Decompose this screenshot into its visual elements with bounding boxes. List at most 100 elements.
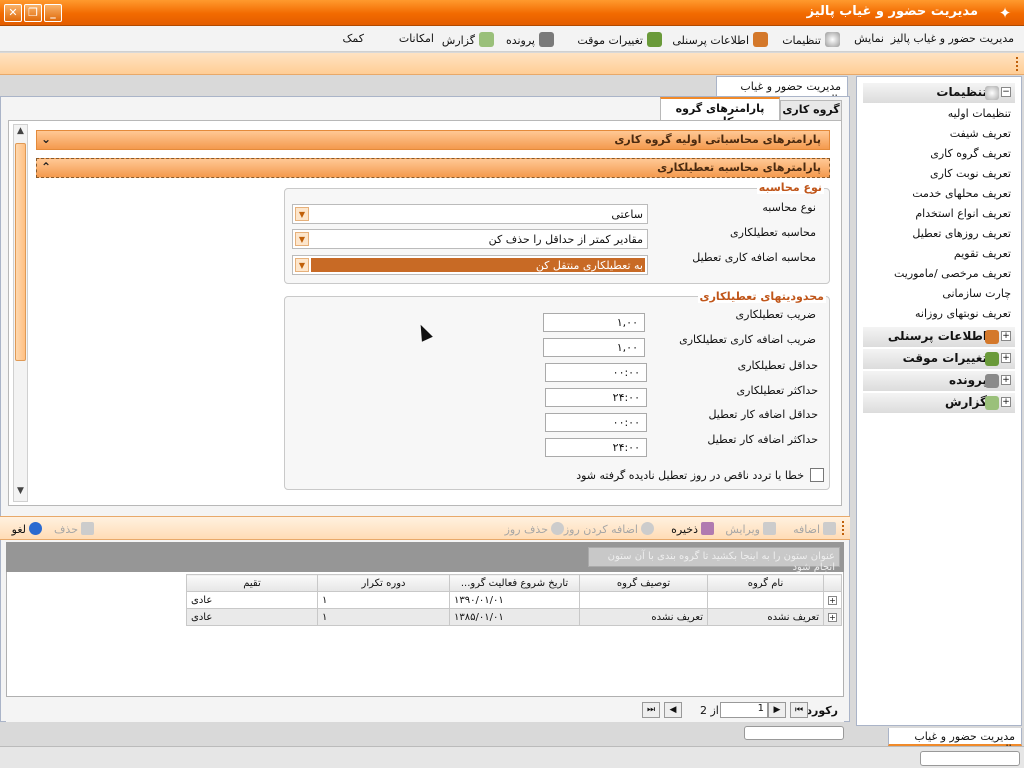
document-tab[interactable]: مدیریت حضور و غیاب پالیز bbox=[716, 76, 848, 106]
cancel-button[interactable]: لغو bbox=[12, 522, 42, 536]
edit-button[interactable]: ویرایش bbox=[725, 522, 776, 536]
section-holiday-params[interactable]: پارامترهای محاسبه تعطیلکاری ⌃ bbox=[36, 158, 830, 178]
prev-page-button[interactable]: ▶ bbox=[768, 702, 786, 718]
column-header[interactable]: توصیف گروه bbox=[579, 574, 708, 592]
table-cell[interactable]: تعریف نشده bbox=[707, 608, 824, 626]
nav-group-report[interactable]: + گزارش bbox=[863, 393, 1015, 413]
table-cell[interactable]: ۱۳۹۰/۰۱/۰۱ bbox=[449, 591, 580, 609]
section-initial-params[interactable]: پارامترهای محاسباتی اولیه گروه کاری ⌄ bbox=[36, 130, 830, 150]
scroll-down-icon[interactable]: ▼ bbox=[15, 486, 26, 500]
bottom-document-tab[interactable]: مدیریت حضور و غیاب پالیز bbox=[888, 728, 1022, 756]
nav-item[interactable]: تعریف محلهای خدمت bbox=[912, 187, 1011, 200]
scroll-thumb[interactable] bbox=[15, 143, 26, 361]
table-cell[interactable] bbox=[707, 591, 824, 609]
tab-work-group[interactable]: گروه کاری bbox=[780, 100, 842, 120]
column-header[interactable]: دوره تکرار bbox=[317, 574, 450, 592]
expand-cell[interactable]: + bbox=[823, 608, 842, 626]
expand-cell[interactable]: + bbox=[823, 591, 842, 609]
next-page-button[interactable]: ◀ bbox=[664, 702, 682, 718]
grip-handle[interactable] bbox=[842, 521, 846, 535]
table-cell[interactable]: ۱ bbox=[317, 591, 450, 609]
menu-temp-changes[interactable]: تغییرات موقت bbox=[577, 32, 662, 47]
nav-item[interactable]: تعریف تقویم bbox=[954, 247, 1011, 260]
delete-button[interactable]: حذف bbox=[54, 522, 94, 536]
table-cell[interactable]: عادی bbox=[186, 608, 318, 626]
chevron-down-icon[interactable]: ▼ bbox=[295, 207, 309, 221]
nav-item[interactable]: تنظیمات اولیه bbox=[948, 107, 1011, 120]
expand-icon[interactable]: + bbox=[1001, 331, 1011, 341]
holiday-overtime-factor-input[interactable]: ۱,۰۰ bbox=[543, 338, 645, 357]
add-button[interactable]: اضافه bbox=[793, 522, 836, 536]
add-day-button[interactable]: اضافه کردن روز bbox=[564, 522, 654, 536]
table-row[interactable]: + تعریف نشده تعریف نشده ۱۳۸۵/۰۱/۰۱ ۱ عاد… bbox=[186, 608, 842, 626]
calc-type-select[interactable]: ساعتی ▼ bbox=[292, 204, 648, 224]
chevron-down-icon[interactable]: ⌄ bbox=[41, 132, 51, 146]
max-holiday-overtime-input[interactable]: ۲۴:۰۰ bbox=[545, 438, 647, 457]
nav-group-settings[interactable]: − تنظیمات bbox=[863, 83, 1015, 103]
menu-file[interactable]: پرونده bbox=[506, 32, 554, 47]
save-icon bbox=[701, 522, 714, 535]
grip-handle[interactable] bbox=[1016, 57, 1020, 71]
field-label: محاسبه تعطیلکاری bbox=[730, 226, 816, 239]
minimize-button[interactable]: _ bbox=[44, 4, 62, 22]
menu-view[interactable]: نمایش bbox=[854, 32, 884, 45]
holiday-factor-input[interactable]: ۱,۰۰ bbox=[543, 313, 645, 332]
vertical-scrollbar[interactable]: ▲ ▼ bbox=[13, 124, 28, 502]
chevron-up-icon[interactable]: ⌃ bbox=[41, 160, 51, 174]
ignore-errors-checkbox[interactable] bbox=[810, 468, 824, 482]
restore-button[interactable]: ❐ bbox=[24, 4, 42, 22]
nav-item[interactable]: تعریف نوبت کاری bbox=[930, 167, 1011, 180]
close-button[interactable]: ✕ bbox=[4, 4, 22, 22]
table-cell[interactable]: ۱۳۸۵/۰۱/۰۱ bbox=[449, 608, 580, 626]
group-by-panel[interactable]: عنوان ستون را به اینجا بکشید تا گروه بند… bbox=[6, 542, 844, 573]
first-page-button[interactable]: ⏮ bbox=[790, 702, 808, 718]
page-input[interactable]: 1 bbox=[720, 702, 768, 718]
save-button[interactable]: ذخیره bbox=[671, 522, 714, 536]
chevron-down-icon[interactable]: ▼ bbox=[295, 258, 309, 272]
scroll-up-icon[interactable]: ▲ bbox=[15, 126, 26, 140]
delete-day-button[interactable]: حذف روز bbox=[505, 522, 564, 536]
nav-item[interactable]: تعریف روزهای تعطیل bbox=[912, 227, 1011, 240]
menu-personnel[interactable]: اطلاعات پرسنلی bbox=[672, 32, 768, 47]
chevron-down-icon[interactable]: ▼ bbox=[295, 232, 309, 246]
table-row[interactable]: + ۱۳۹۰/۰۱/۰۱ ۱ عادی bbox=[186, 591, 842, 609]
folder-icon bbox=[539, 32, 554, 47]
table-cell[interactable]: عادی bbox=[186, 591, 318, 609]
table-cell[interactable]: تعریف نشده bbox=[579, 608, 708, 626]
menu-settings[interactable]: تنظیمات bbox=[782, 32, 840, 47]
menu-report[interactable]: گزارش bbox=[442, 32, 494, 47]
menu-help[interactable]: کمک bbox=[343, 32, 364, 45]
nav-item[interactable]: چارت سازمانی bbox=[942, 287, 1011, 300]
gear-icon bbox=[985, 86, 999, 100]
min-holiday-input[interactable]: ۰۰:۰۰ bbox=[545, 363, 647, 382]
nav-item[interactable]: تعریف شیفت bbox=[950, 127, 1011, 140]
last-page-button[interactable]: ⏭ bbox=[642, 702, 660, 718]
expand-icon[interactable]: + bbox=[828, 612, 837, 622]
expand-icon[interactable]: + bbox=[828, 595, 837, 605]
add-day-icon bbox=[641, 522, 654, 535]
tab-work-group-params[interactable]: پارامترهای گروه کاری bbox=[660, 97, 780, 128]
menu-tools[interactable]: امکانات bbox=[399, 32, 434, 45]
table-cell[interactable]: ۱ bbox=[317, 608, 450, 626]
nav-item[interactable]: تعریف انواع استخدام bbox=[915, 207, 1011, 220]
folder-icon bbox=[985, 374, 999, 388]
holiday-overtime-select[interactable]: به تعطیلکاری منتقل کن ▼ bbox=[292, 255, 648, 275]
collapse-icon[interactable]: − bbox=[1001, 87, 1011, 97]
max-holiday-input[interactable]: ۲۴:۰۰ bbox=[545, 388, 647, 407]
expand-icon[interactable]: + bbox=[1001, 353, 1011, 363]
column-header[interactable]: تقیم bbox=[186, 574, 318, 592]
nav-item[interactable]: تعریف نوبتهای روزانه bbox=[915, 307, 1011, 320]
expand-icon[interactable]: + bbox=[1001, 375, 1011, 385]
menu-app[interactable]: مدیریت حضور و غیاب پالیز bbox=[891, 32, 1014, 45]
nav-item[interactable]: تعریف گروه کاری bbox=[930, 147, 1011, 160]
min-holiday-overtime-input[interactable]: ۰۰:۰۰ bbox=[545, 413, 647, 432]
column-header[interactable]: تاریخ شروع فعالیت گرو... bbox=[449, 574, 580, 592]
holiday-calc-select[interactable]: مقادیر کمتر از حداقل را حذف کن ▼ bbox=[292, 229, 648, 249]
nav-group-file[interactable]: + پرونده bbox=[863, 371, 1015, 391]
table-cell[interactable] bbox=[579, 591, 708, 609]
nav-item[interactable]: تعریف مرخصی /ماموریت bbox=[894, 267, 1011, 280]
column-header[interactable]: نام گروه bbox=[707, 574, 824, 592]
expand-icon[interactable]: + bbox=[1001, 397, 1011, 407]
nav-group-personnel[interactable]: + اطلاعات پرسنلی bbox=[863, 327, 1015, 347]
nav-group-temp-changes[interactable]: + تغییرات موقت bbox=[863, 349, 1015, 369]
